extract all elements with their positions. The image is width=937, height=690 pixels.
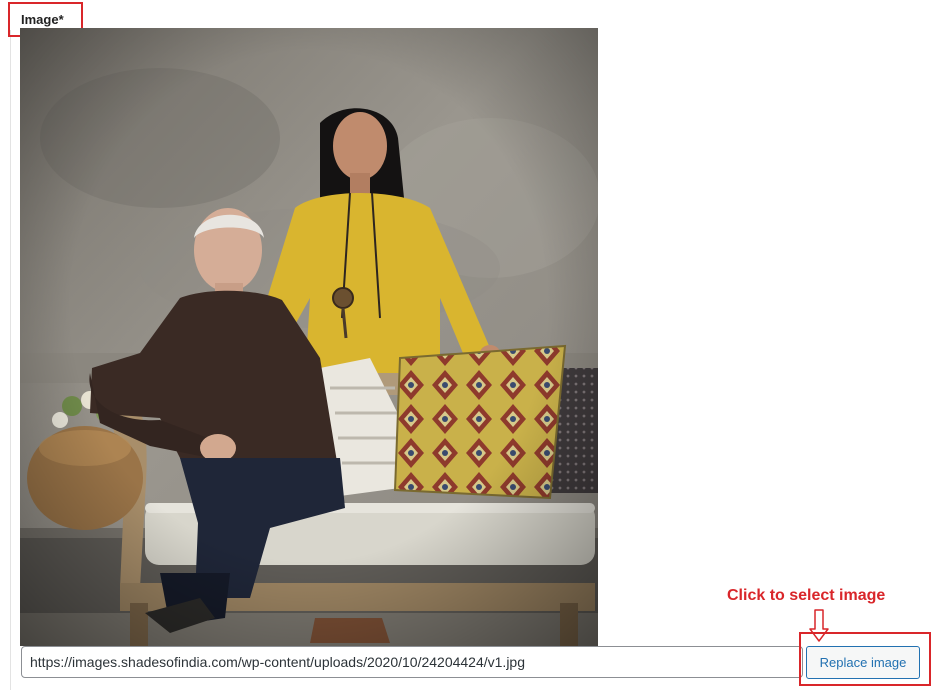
image-preview-art bbox=[20, 28, 598, 646]
annotation-click-to-select: Click to select image bbox=[727, 587, 886, 604]
panel-border bbox=[10, 30, 11, 690]
image-field-label: Image* bbox=[21, 12, 64, 27]
image-url-input[interactable] bbox=[21, 646, 803, 678]
image-preview bbox=[20, 28, 598, 646]
replace-image-button[interactable]: Replace image bbox=[806, 646, 920, 679]
